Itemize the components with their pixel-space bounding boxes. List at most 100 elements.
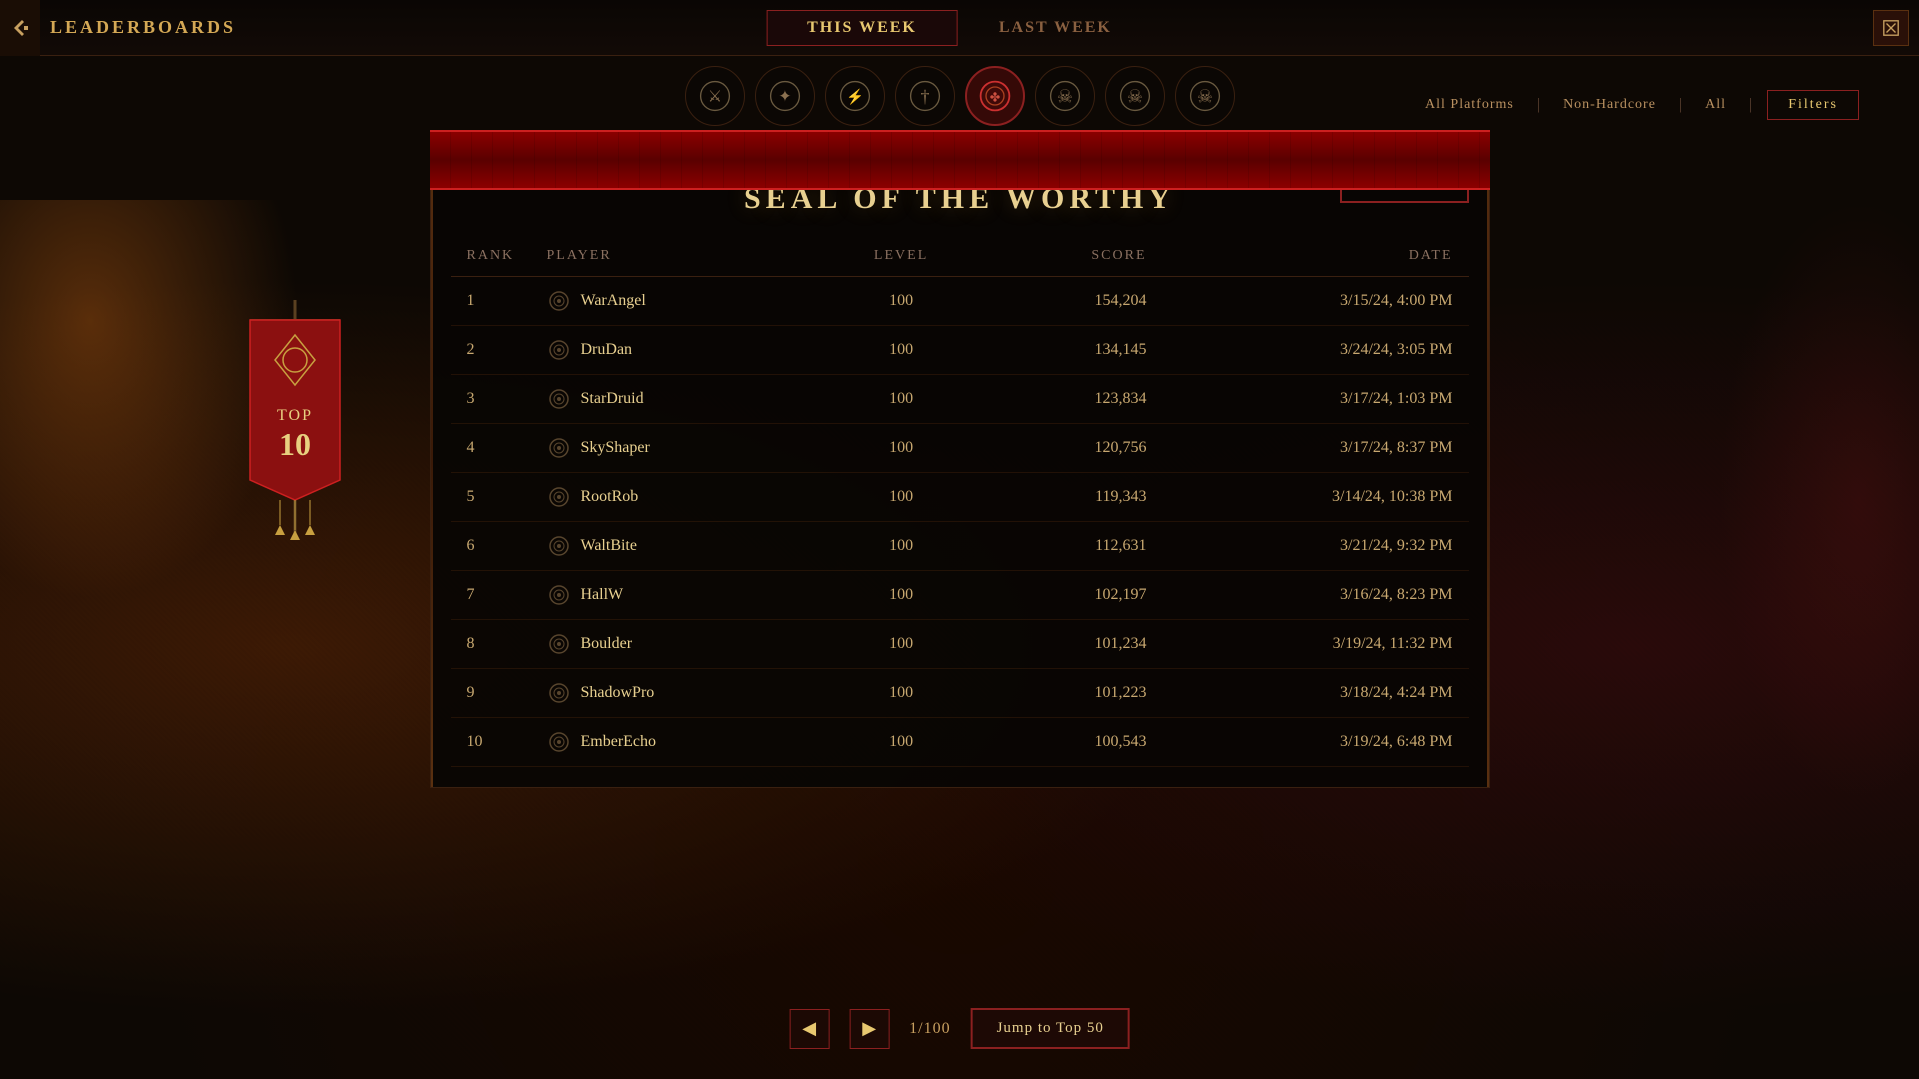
separator-3: | (1749, 96, 1752, 114)
table-row[interactable]: 10 EmberEcho 100 100,543 3/19/24, 6:48 P… (451, 718, 1469, 767)
skull3-icon: ☠ (1187, 78, 1223, 114)
date-cell: 3/16/24, 8:23 PM (1163, 571, 1469, 620)
table-header: Rank Player Level Score Date (451, 236, 1469, 277)
header-level: Level (814, 236, 987, 277)
class-icon-skull2[interactable]: ☠ (1105, 66, 1165, 126)
level-cell: 100 (814, 620, 987, 669)
svg-text:☠: ☠ (1196, 86, 1212, 106)
class-icon-druid[interactable]: ✤ (965, 66, 1025, 126)
druid-icon: ✤ (977, 78, 1013, 114)
nav-back-arrow[interactable] (0, 0, 40, 56)
player-cell: StarDruid (531, 375, 815, 424)
class-icon-skull1[interactable]: ☠ (1035, 66, 1095, 126)
svg-text:☠: ☠ (1056, 86, 1072, 106)
svg-text:⚡: ⚡ (846, 87, 864, 105)
svg-text:†: † (920, 86, 929, 106)
class-icon-rogue[interactable]: ⚡ (825, 66, 885, 126)
player-name: EmberEcho (581, 733, 657, 751)
date-cell: 3/17/24, 8:37 PM (1163, 424, 1469, 473)
separator-1: | (1537, 96, 1540, 114)
player-class-icon (547, 338, 571, 362)
player-class-icon (547, 583, 571, 607)
barbarian-icon: ⚔ (697, 78, 733, 114)
player-class-icon (547, 436, 571, 460)
date-cell: 3/15/24, 4:00 PM (1163, 277, 1469, 326)
top-navigation: LEADERBOARDS THIS WEEK LAST WEEK (0, 0, 1919, 56)
sorcerer-icon: ✦ (767, 78, 803, 114)
date-cell: 3/19/24, 6:48 PM (1163, 718, 1469, 767)
platform-filters: All Platforms | Non-Hardcore | All | Fil… (1417, 90, 1859, 120)
player-cell: SkyShaper (531, 424, 815, 473)
svg-text:TOP: TOP (277, 407, 313, 424)
arrow-icon (10, 18, 30, 38)
score-cell: 112,631 (988, 522, 1163, 571)
table-row[interactable]: 8 Boulder 100 101,234 3/19/24, 11:32 PM (451, 620, 1469, 669)
tab-this-week[interactable]: THIS WEEK (766, 10, 958, 46)
level-cell: 100 (814, 326, 987, 375)
leaderboard-table: Rank Player Level Score Date 1 (451, 236, 1469, 767)
prev-page-button[interactable]: ◀ (789, 1009, 829, 1049)
score-cell: 120,756 (988, 424, 1163, 473)
score-cell: 123,834 (988, 375, 1163, 424)
level-cell: 100 (814, 277, 987, 326)
score-cell: 101,223 (988, 669, 1163, 718)
class-icon-skull3[interactable]: ☠ (1175, 66, 1235, 126)
header-date: Date (1163, 236, 1469, 277)
header-rank: Rank (451, 236, 531, 277)
jump-top50-button[interactable]: Jump to Top 50 (971, 1008, 1130, 1049)
filter-non-hardcore[interactable]: Non-Hardcore (1555, 93, 1664, 117)
class-icon-sorcerer[interactable]: ✦ (755, 66, 815, 126)
filter-all[interactable]: All (1697, 93, 1734, 117)
player-cell: DruDan (531, 326, 815, 375)
player-cell: WarAngel (531, 277, 815, 326)
nav-tabs: THIS WEEK LAST WEEK (766, 10, 1153, 46)
score-cell: 102,197 (988, 571, 1163, 620)
table-row[interactable]: 4 SkyShaper 100 120,756 3/17/24, 8:37 PM (451, 424, 1469, 473)
header-score: Score (988, 236, 1163, 277)
player-class-icon (547, 289, 571, 313)
player-cell: EmberEcho (531, 718, 815, 767)
exit-button[interactable] (1873, 10, 1909, 46)
page-info: 1/100 (909, 1020, 950, 1038)
table-row[interactable]: 2 DruDan 100 134,145 3/24/24, 3:05 PM (451, 326, 1469, 375)
leaderboard-panel: SOLO DRUID LADDER SEAL OF THE WORTHY Jum… (430, 130, 1490, 788)
table-row[interactable]: 3 StarDruid 100 123,834 3/17/24, 1:03 PM (451, 375, 1469, 424)
table-row[interactable]: 6 WaltBite 100 112,631 3/21/24, 9:32 PM (451, 522, 1469, 571)
player-class-icon (547, 632, 571, 656)
skull1-icon: ☠ (1047, 78, 1083, 114)
score-cell: 134,145 (988, 326, 1163, 375)
tab-last-week[interactable]: LAST WEEK (958, 10, 1153, 46)
player-name: RootRob (581, 488, 639, 506)
next-page-button[interactable]: ▶ (849, 1009, 889, 1049)
rank-cell: 9 (451, 669, 531, 718)
player-cell: ShadowPro (531, 669, 815, 718)
leaderboard-table-wrapper: Rank Player Level Score Date 1 (431, 236, 1489, 787)
level-cell: 100 (814, 718, 987, 767)
header-player: Player (531, 236, 815, 277)
svg-text:10: 10 (279, 426, 311, 462)
necromancer-icon: † (907, 78, 943, 114)
player-class-icon (547, 681, 571, 705)
table-row[interactable]: 9 ShadowPro 100 101,223 3/18/24, 4:24 PM (451, 669, 1469, 718)
svg-text:✦: ✦ (778, 87, 792, 105)
player-name: Boulder (581, 635, 633, 653)
player-cell: HallW (531, 571, 815, 620)
class-icon-barbarian[interactable]: ⚔ (685, 66, 745, 126)
date-cell: 3/14/24, 10:38 PM (1163, 473, 1469, 522)
rank-cell: 10 (451, 718, 531, 767)
svg-text:☠: ☠ (1126, 86, 1142, 106)
player-cell: WaltBite (531, 522, 815, 571)
filter-all-platforms[interactable]: All Platforms (1417, 93, 1522, 117)
class-icon-necromancer[interactable]: † (895, 66, 955, 126)
player-cell: Boulder (531, 620, 815, 669)
red-decorative-banner (430, 130, 1490, 190)
level-cell: 100 (814, 571, 987, 620)
date-cell: 3/19/24, 11:32 PM (1163, 620, 1469, 669)
rank-cell: 7 (451, 571, 531, 620)
svg-text:✤: ✤ (989, 90, 1000, 104)
table-row[interactable]: 7 HallW 100 102,197 3/16/24, 8:23 PM (451, 571, 1469, 620)
exit-icon (1882, 19, 1900, 37)
table-row[interactable]: 1 WarAngel 100 154,204 3/15/24, 4:00 PM (451, 277, 1469, 326)
table-row[interactable]: 5 RootRob 100 119,343 3/14/24, 10:38 PM (451, 473, 1469, 522)
filters-button[interactable]: Filters (1767, 90, 1859, 120)
